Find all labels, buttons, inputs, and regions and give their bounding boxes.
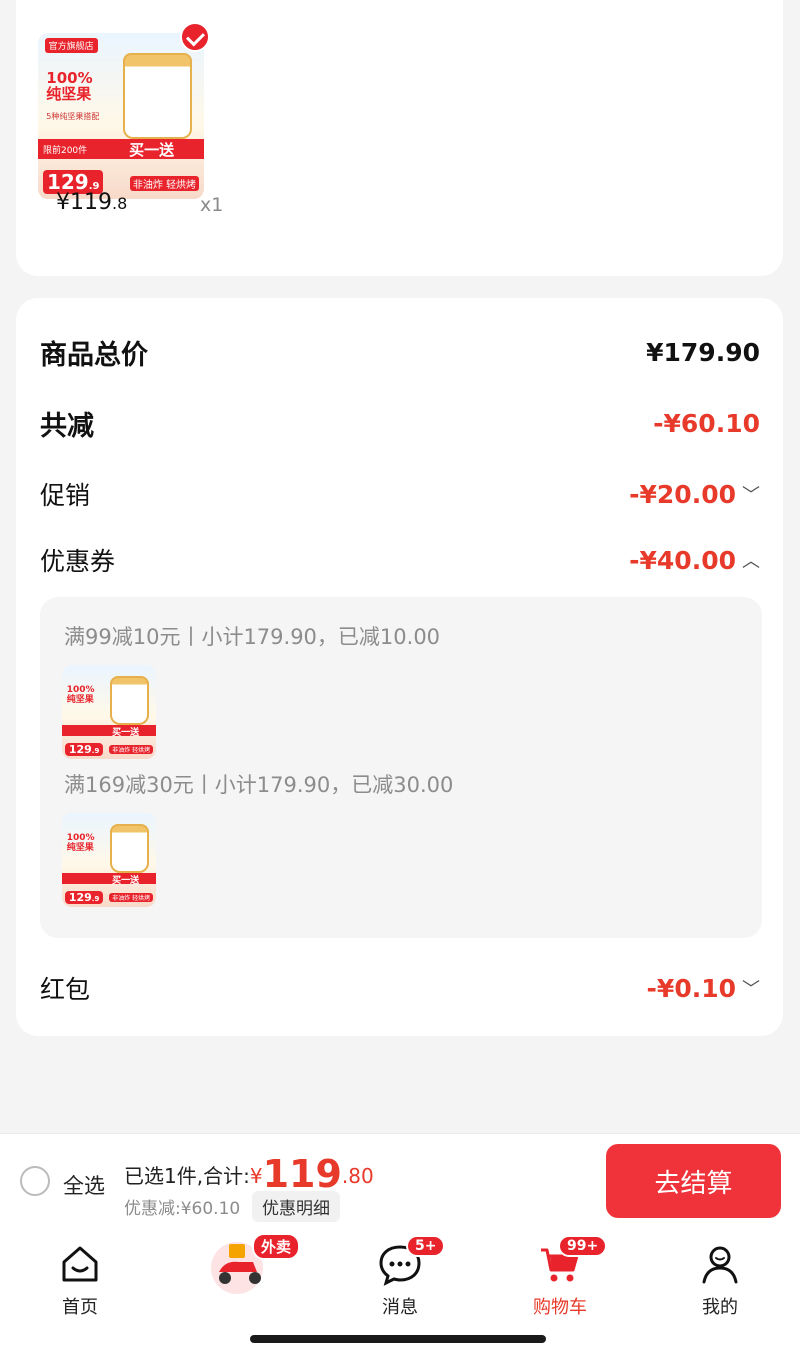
home-indicator[interactable]: [250, 1335, 546, 1343]
tab-cart[interactable]: 99+ 购物车: [500, 1235, 620, 1319]
coupon-detail-box: 满99减10元丨小计179.90，已减10.00 100% 纯坚果 买一送 12…: [40, 597, 762, 938]
coupon-detail-2: 满169减30元丨小计179.90，已减30.00: [64, 773, 454, 797]
coupon-product-image-1: 100% 纯坚果 买一送 129.9 非油炸 轻烘烤: [62, 665, 156, 759]
home-icon: [62, 1246, 98, 1282]
total-price-value: ¥179.90: [646, 338, 760, 367]
cart-item-card: 官方旗舰店 100% 纯坚果 5种纯坚果搭配 限前200件 买一送 129.9 …: [16, 0, 783, 276]
checkout-bar: 全选 已选1件,合计:¥119.80 优惠减:¥60.10 优惠明细 去结算: [0, 1133, 800, 1229]
select-all-label[interactable]: 全选: [63, 1170, 105, 1200]
store-tag: 官方旗舰店: [44, 37, 98, 53]
cart-badge: 99+: [558, 1235, 608, 1257]
promo-row[interactable]: 促销 -¥20.00 ﹀: [40, 476, 760, 512]
item-checkbox-checked[interactable]: [180, 22, 210, 52]
promo-label: 促销: [40, 481, 91, 510]
selected-total: 已选1件,合计:¥119.80: [124, 1152, 374, 1196]
select-all-radio[interactable]: [20, 1166, 50, 1196]
image-headline: 100% 纯坚果: [46, 68, 93, 104]
tab-mine[interactable]: 我的: [660, 1241, 780, 1319]
total-price-label: 商品总价: [40, 340, 148, 371]
promo-band: 限前200件 买一送: [38, 139, 204, 159]
redpack-label: 红包: [40, 975, 91, 1004]
product-image[interactable]: 官方旗舰店 100% 纯坚果 5种纯坚果搭配 限前200件 买一送 129.9 …: [38, 33, 204, 199]
redpack-value: -¥0.10 ﹀: [646, 973, 760, 1003]
item-price: ¥119.8: [56, 190, 128, 215]
chevron-down-icon: ﹀: [742, 978, 760, 1000]
jar-illustration: [122, 52, 193, 140]
checkout-button[interactable]: 去结算: [606, 1144, 781, 1218]
coupon-row[interactable]: 优惠券 -¥40.00 ︿: [40, 542, 760, 578]
image-footer: 非油炸 轻烘烤: [129, 175, 200, 191]
tab-delivery[interactable]: 外卖: [180, 1233, 300, 1294]
reduce-value: -¥60.10: [653, 409, 760, 438]
image-subline: 5种纯坚果搭配: [46, 112, 100, 122]
reduce-label: 共减: [40, 411, 94, 442]
coupon-label: 优惠券: [40, 547, 116, 576]
chevron-down-icon: ﹀: [742, 484, 760, 506]
discount-detail-button[interactable]: 优惠明细: [252, 1191, 340, 1222]
user-icon: [702, 1246, 738, 1284]
total-price-row: 商品总价 ¥179.90: [40, 333, 760, 372]
coupon-value: -¥40.00 ︿: [629, 545, 760, 575]
tab-home[interactable]: 首页: [20, 1241, 140, 1319]
promo-value: -¥20.00 ﹀: [629, 479, 760, 509]
total-reduce-row: 共减 -¥60.10: [40, 404, 760, 443]
coupon-product-image-2: 100% 纯坚果 买一送 129.9 非油炸 轻烘烤: [62, 813, 156, 907]
coupon-detail-1: 满99减10元丨小计179.90，已减10.00: [64, 625, 441, 649]
discount-text: 优惠减:¥60.10: [124, 1199, 241, 1219]
delivery-badge: 外卖: [252, 1233, 300, 1260]
tab-messages[interactable]: 5+ 消息: [340, 1235, 460, 1319]
redpack-row[interactable]: 红包 -¥0.10 ﹀: [40, 970, 760, 1006]
item-quantity: x1: [200, 194, 224, 216]
messages-badge: 5+: [406, 1235, 446, 1257]
chevron-up-icon: ︿: [742, 550, 760, 572]
